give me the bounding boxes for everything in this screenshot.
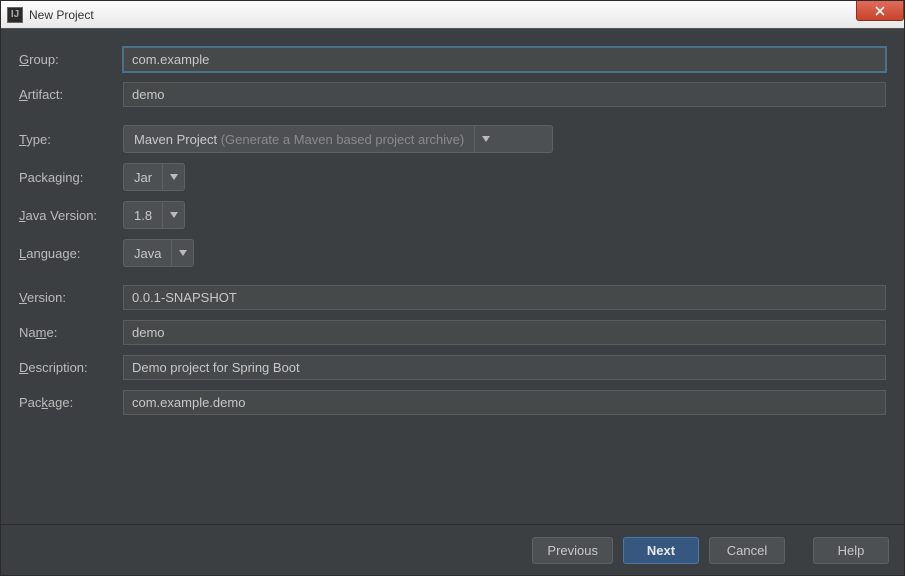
form-content: Group: Artifact: Type: Maven Project (Ge… [1, 29, 904, 415]
language-combo-text: Java [124, 246, 171, 261]
next-button[interactable]: Next [623, 537, 699, 564]
language-label: Language: [19, 246, 123, 261]
previous-button[interactable]: Previous [532, 537, 613, 564]
row-version: Version: [19, 285, 886, 310]
chevron-down-icon [179, 250, 187, 256]
window-title: New Project [29, 8, 94, 22]
type-combo-arrow[interactable] [474, 126, 496, 152]
name-input[interactable] [123, 320, 886, 345]
package-input[interactable] [123, 390, 886, 415]
button-bar: Previous Next Cancel Help [0, 524, 905, 576]
row-artifact: Artifact: [19, 82, 886, 107]
description-label: Description: [19, 360, 123, 375]
language-combo-arrow[interactable] [171, 240, 193, 266]
name-label: Name: [19, 325, 123, 340]
app-icon: IJ [7, 7, 23, 23]
artifact-input[interactable] [123, 82, 886, 107]
row-group: Group: [19, 47, 886, 72]
row-description: Description: [19, 355, 886, 380]
version-label: Version: [19, 290, 123, 305]
packaging-combo-arrow[interactable] [162, 164, 184, 190]
version-input[interactable] [123, 285, 886, 310]
language-combo[interactable]: Java [123, 239, 194, 267]
group-input[interactable] [123, 47, 886, 72]
cancel-button[interactable]: Cancel [709, 537, 785, 564]
row-packaging: Packaging: Jar [19, 163, 886, 191]
java-version-combo[interactable]: 1.8 [123, 201, 185, 229]
java-version-combo-text: 1.8 [124, 208, 162, 223]
type-combo-text: Maven Project (Generate a Maven based pr… [124, 132, 474, 147]
row-java-version: Java Version: 1.8 [19, 201, 886, 229]
java-version-label: Java Version: [19, 208, 123, 223]
close-icon [874, 6, 886, 16]
row-name: Name: [19, 320, 886, 345]
type-combo[interactable]: Maven Project (Generate a Maven based pr… [123, 125, 553, 153]
close-button[interactable] [856, 1, 904, 21]
artifact-label: Artifact: [19, 87, 123, 102]
packaging-combo[interactable]: Jar [123, 163, 185, 191]
row-language: Language: Java [19, 239, 886, 267]
row-package: Package: [19, 390, 886, 415]
packaging-combo-text: Jar [124, 170, 162, 185]
type-label: Type: [19, 132, 123, 147]
group-label: Group: [19, 52, 123, 67]
row-type: Type: Maven Project (Generate a Maven ba… [19, 125, 886, 153]
chevron-down-icon [170, 174, 178, 180]
chevron-down-icon [482, 136, 490, 142]
description-input[interactable] [123, 355, 886, 380]
help-button[interactable]: Help [813, 537, 889, 564]
java-version-combo-arrow[interactable] [162, 202, 184, 228]
title-bar: IJ New Project [1, 1, 904, 29]
packaging-label: Packaging: [19, 170, 123, 185]
package-label: Package: [19, 395, 123, 410]
chevron-down-icon [170, 212, 178, 218]
